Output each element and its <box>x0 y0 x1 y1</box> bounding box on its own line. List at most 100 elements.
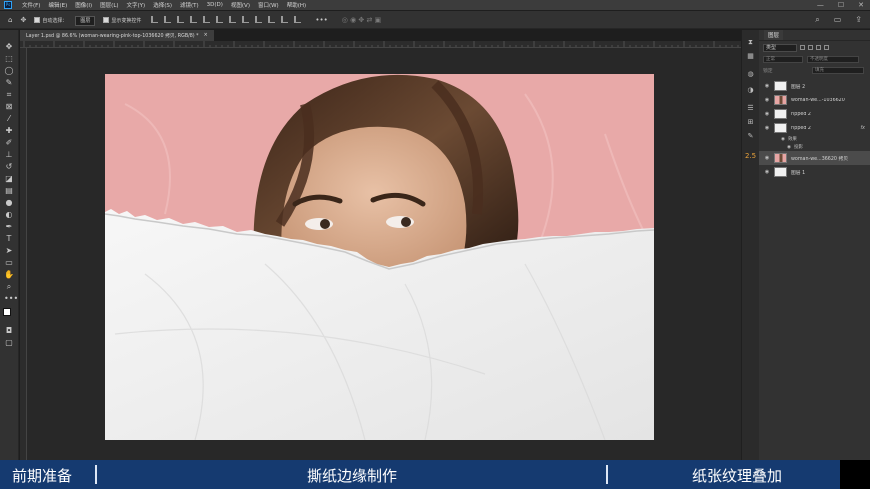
menu-filter[interactable]: 滤镜(T) <box>180 1 199 9</box>
brush-panel-icon[interactable]: ✎ <box>745 132 756 141</box>
quick-select-tool-icon[interactable]: ✎ <box>4 78 14 88</box>
adjustments-panel-icon[interactable]: ◑ <box>745 86 756 95</box>
menu-file[interactable]: 文件(F) <box>22 1 40 9</box>
menu-select[interactable]: 选择(S) <box>153 1 172 9</box>
filter-pixel-icon[interactable] <box>800 45 805 50</box>
layer-row-selected[interactable]: ◉ woman-we...36620 拷贝 <box>759 151 870 165</box>
eraser-tool-icon[interactable]: ◪ <box>4 174 14 184</box>
canvas-artboard[interactable] <box>105 74 654 440</box>
menu-layer[interactable]: 图层(L) <box>100 1 118 9</box>
align-bottom-icon[interactable] <box>216 16 224 23</box>
edit-toolbar-icon[interactable]: ••• <box>4 294 18 304</box>
history-brush-tool-icon[interactable]: ↺ <box>4 162 14 172</box>
workspace-icon[interactable]: ▭ <box>834 15 842 25</box>
eye-icon[interactable]: ◉ <box>763 111 771 117</box>
marquee-tool-icon[interactable]: ⬚ <box>4 54 14 64</box>
eye-icon[interactable]: ◉ <box>763 169 771 175</box>
actions-panel-icon[interactable]: 2.5 <box>745 152 756 161</box>
search-icon[interactable]: ⌕ <box>815 15 819 25</box>
caption-corner <box>840 460 870 489</box>
show-transform-checkbox[interactable] <box>103 16 110 23</box>
hand-tool-icon[interactable]: ✋ <box>4 270 14 280</box>
minimize-icon[interactable]: — <box>817 1 824 9</box>
color-panel-icon[interactable]: ◍ <box>745 70 756 79</box>
filter-adjust-icon[interactable] <box>808 45 813 50</box>
fill-field[interactable]: 填充 <box>812 67 864 74</box>
menu-image[interactable]: 图像(I) <box>75 1 92 9</box>
align-left-icon[interactable] <box>151 16 159 23</box>
maximize-icon[interactable]: ☐ <box>838 1 844 9</box>
move-tool-icon[interactable]: ✥ <box>4 42 14 52</box>
history-panel-icon[interactable]: ⧗ <box>745 38 756 47</box>
menu-help[interactable]: 帮助(H) <box>287 1 306 9</box>
menu-type[interactable]: 文字(Y) <box>127 1 146 9</box>
auto-select-dropdown[interactable]: 图层 <box>75 15 96 26</box>
menu-window[interactable]: 窗口(W) <box>258 1 279 9</box>
fx-icon[interactable]: fx <box>860 126 865 131</box>
blend-mode-dropdown[interactable]: 正常 <box>763 56 803 63</box>
align-top-icon[interactable] <box>190 16 198 23</box>
move-tool-icon[interactable]: ✥ <box>20 16 26 24</box>
brush-tool-icon[interactable]: ✐ <box>4 138 14 148</box>
eye-icon[interactable]: ◉ <box>763 125 771 131</box>
eyedropper-tool-icon[interactable]: ⁄ <box>4 114 14 124</box>
align-middle-icon[interactable] <box>203 16 211 23</box>
properties-panel-icon[interactable]: ☰ <box>745 104 756 113</box>
eye-icon[interactable]: ◉ <box>763 97 771 103</box>
document-tab[interactable]: Layer 1.psd @ 86.6% (woman-wearing-pink-… <box>20 30 214 41</box>
distribute-left-icon[interactable] <box>229 16 237 23</box>
rectangle-tool-icon[interactable]: ▭ <box>4 258 14 268</box>
menu-edit[interactable]: 编辑(E) <box>48 1 67 9</box>
crop-tool-icon[interactable]: ⌗ <box>4 90 14 100</box>
layer-row[interactable]: ◉ ripped 2 fx <box>759 121 870 135</box>
filter-shape-icon[interactable] <box>824 45 829 50</box>
layer-row[interactable]: ◉ woman-we...-1036620 <box>759 93 870 107</box>
color-swatches[interactable] <box>3 308 15 320</box>
dodge-tool-icon[interactable]: ◐ <box>4 210 14 220</box>
opacity-field[interactable]: 不透明度 <box>807 56 859 63</box>
gradient-tool-icon[interactable]: ▤ <box>4 186 14 196</box>
eye-icon[interactable]: ◉ <box>787 145 791 150</box>
type-tool-icon[interactable]: T <box>4 234 14 244</box>
lasso-tool-icon[interactable]: ◯ <box>4 66 14 76</box>
pen-tool-icon[interactable]: ✒ <box>4 222 14 232</box>
close-icon[interactable]: ✕ <box>858 1 864 9</box>
eye-icon[interactable]: ◉ <box>781 137 785 142</box>
more-options-icon[interactable]: ••• <box>315 16 327 24</box>
frame-tool-icon[interactable]: ⊠ <box>4 102 14 112</box>
drop-shadow-row[interactable]: ◉ 投影 <box>759 143 870 151</box>
libraries-panel-icon[interactable]: ⊞ <box>745 118 756 127</box>
3d-mode-icons[interactable]: ◎ ◉ ✥ ⇄ ▣ <box>342 16 381 24</box>
healing-brush-tool-icon[interactable]: ✚ <box>4 126 14 136</box>
screen-mode-icon[interactable]: ▢ <box>4 338 14 348</box>
clone-stamp-tool-icon[interactable]: ⊥ <box>4 150 14 160</box>
swatches-panel-icon[interactable]: ▦ <box>745 52 756 61</box>
path-select-tool-icon[interactable]: ➤ <box>4 246 14 256</box>
effects-row[interactable]: ◉ 效果 <box>759 135 870 143</box>
auto-select-checkbox[interactable] <box>34 16 41 23</box>
eye-icon[interactable]: ◉ <box>763 83 771 89</box>
home-icon[interactable]: ⌂ <box>8 16 12 24</box>
distribute-right-icon[interactable] <box>255 16 263 23</box>
menu-3d[interactable]: 3D(D) <box>207 2 223 8</box>
distribute-center-icon[interactable] <box>242 16 250 23</box>
quick-mask-icon[interactable]: ◘ <box>4 326 14 336</box>
zoom-tool-icon[interactable]: ⌕ <box>4 282 14 292</box>
eye-icon[interactable]: ◉ <box>763 155 771 161</box>
distribute-top-icon[interactable] <box>268 16 276 23</box>
tab-layers[interactable]: 图层 <box>764 30 784 40</box>
layer-row[interactable]: ◉ 图层 1 <box>759 165 870 179</box>
layer-filter-dropdown[interactable]: 类型 <box>763 43 797 52</box>
align-right-icon[interactable] <box>177 16 185 23</box>
menu-view[interactable]: 视图(V) <box>231 1 250 9</box>
layer-row[interactable]: ◉ 图层 2 <box>759 79 870 93</box>
filter-type-icon[interactable] <box>816 45 821 50</box>
close-tab-icon[interactable]: × <box>204 33 208 38</box>
layer-row[interactable]: ◉ ripped 2 <box>759 107 870 121</box>
align-center-icon[interactable] <box>164 16 172 23</box>
share-icon[interactable]: ⇪ <box>855 15 862 25</box>
distribute-bottom-icon[interactable] <box>294 16 302 23</box>
distribute-middle-icon[interactable] <box>281 16 289 23</box>
blur-tool-icon[interactable]: ● <box>4 198 14 208</box>
photoshop-logo-icon[interactable]: Ps <box>4 1 12 9</box>
